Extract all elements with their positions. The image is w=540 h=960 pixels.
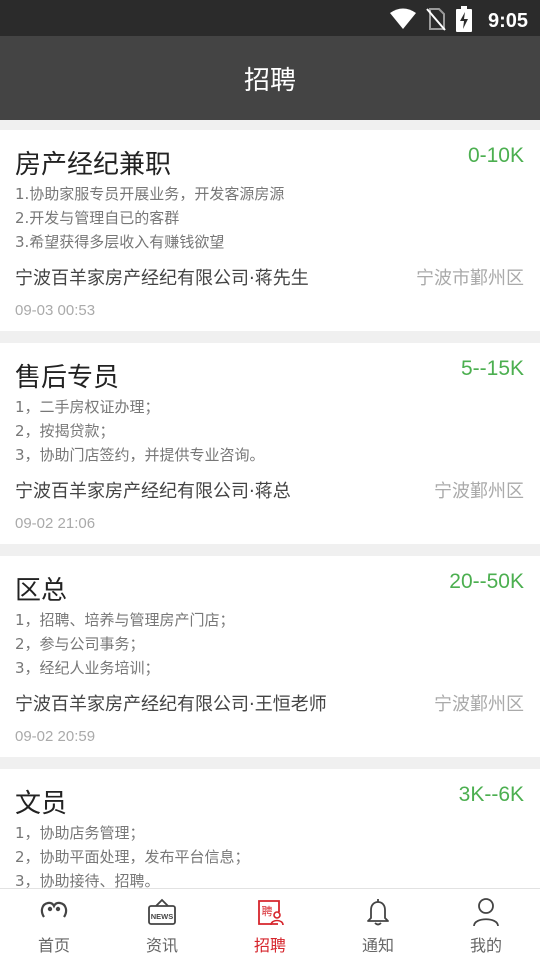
tab-news[interactable]: NEWS 资讯	[108, 889, 216, 960]
job-title: 区总	[15, 576, 68, 606]
job-card[interactable]: 售后专员 5--15K 1，二手房权证办理； 2，按揭贷款； 3，协助门店签约，…	[0, 343, 540, 544]
status-time: 9:05	[487, 9, 528, 32]
tab-label: 通知	[361, 936, 394, 955]
news-icon-text: NEWS	[151, 912, 174, 921]
tab-recruit[interactable]: 聘 招聘	[216, 889, 324, 960]
job-description: 1，二手房权证办理； 2，按揭贷款； 3，协助门店签约，并提供专业咨询。	[15, 395, 265, 467]
tab-label: 资讯	[145, 936, 178, 955]
job-desc-line: 1，二手房权证办理；	[15, 398, 160, 416]
job-post-time: 09-02 21:06	[15, 515, 96, 532]
job-post-time: 09-03 00:53	[15, 302, 96, 319]
job-desc-line: 3，经纪人业务培训；	[15, 659, 160, 677]
job-card[interactable]: 房产经纪兼职 0-10K 1.协助家服专员开展业务，开发客源房源 2.开发与管理…	[0, 130, 540, 331]
job-company: 宁波百羊家房产经纪有限公司·蒋先生	[15, 268, 309, 289]
job-post-time: 09-02 20:59	[15, 728, 96, 745]
job-desc-line: 3，协助门店签约，并提供专业咨询。	[15, 446, 265, 464]
app-bar: 招聘	[0, 36, 540, 120]
status-icons: 9:05	[389, 6, 528, 36]
job-desc-line: 2，协助平面处理，发布平台信息；	[15, 848, 250, 866]
job-description: 1，招聘、培养与管理房产门店； 2，参与公司事务； 3，经纪人业务培训；	[15, 608, 235, 680]
battery-charging-icon	[455, 6, 472, 36]
home-icon	[39, 897, 69, 927]
job-list[interactable]: 房产经纪兼职 0-10K 1.协助家服专员开展业务，开发客源房源 2.开发与管理…	[0, 120, 540, 888]
job-description: 1，协助店务管理； 2，协助平面处理，发布平台信息； 3，协助接待、招聘。	[15, 821, 250, 888]
job-title: 房产经纪兼职	[15, 150, 172, 180]
recruit-icon-text: 聘	[262, 904, 273, 918]
job-desc-line: 1.协助家服专员开展业务，开发客源房源	[15, 185, 285, 203]
job-location: 宁波市鄞州区	[416, 268, 524, 289]
job-card[interactable]: 区总 20--50K 1，招聘、培养与管理房产门店； 2，参与公司事务； 3，经…	[0, 556, 540, 757]
job-salary: 3K--6K	[458, 783, 524, 806]
job-salary: 20--50K	[449, 570, 524, 593]
tab-mine[interactable]: 我的	[432, 889, 540, 960]
bell-icon	[363, 897, 393, 927]
job-salary: 0-10K	[467, 144, 524, 167]
job-salary: 5--15K	[460, 357, 524, 380]
job-card[interactable]: 文员 3K--6K 1，协助店务管理； 2，协助平面处理，发布平台信息； 3，协…	[0, 769, 540, 888]
job-desc-line: 1，招聘、培养与管理房产门店；	[15, 611, 235, 629]
job-description: 1.协助家服专员开展业务，开发客源房源 2.开发与管理自已的客群 3.希望获得多…	[15, 182, 284, 254]
tab-notify[interactable]: 通知	[324, 889, 432, 960]
tab-label: 招聘	[253, 936, 286, 955]
job-location: 宁波鄞州区	[434, 481, 524, 502]
job-desc-line: 2.开发与管理自已的客群	[15, 209, 180, 227]
user-icon	[471, 897, 501, 927]
tab-label: 首页	[37, 936, 70, 955]
tab-home[interactable]: 首页	[0, 889, 108, 960]
tab-label: 我的	[469, 936, 502, 955]
job-company: 宁波百羊家房产经纪有限公司·王恒老师	[15, 694, 327, 715]
wifi-icon	[389, 8, 416, 34]
job-company: 宁波百羊家房产经纪有限公司·蒋总	[15, 481, 291, 502]
no-sim-icon	[426, 7, 446, 35]
job-desc-line: 2，参与公司事务；	[15, 635, 145, 653]
job-location: 宁波鄞州区	[434, 694, 524, 715]
job-desc-line: 2，按揭贷款；	[15, 422, 115, 440]
status-bar: 9:05	[0, 0, 540, 36]
news-icon: NEWS	[147, 897, 177, 927]
job-desc-line: 3，协助接待、招聘。	[15, 872, 160, 888]
job-title: 文员	[15, 789, 68, 819]
page-title: 招聘	[243, 65, 296, 96]
job-title: 售后专员	[15, 363, 120, 393]
job-desc-line: 3.希望获得多层收入有赚钱欲望	[15, 233, 225, 251]
job-desc-line: 1，协助店务管理；	[15, 824, 145, 842]
recruit-icon: 聘	[255, 897, 285, 927]
bottom-tab-bar: 首页 NEWS 资讯 聘 招聘 通知 我的	[0, 888, 540, 960]
